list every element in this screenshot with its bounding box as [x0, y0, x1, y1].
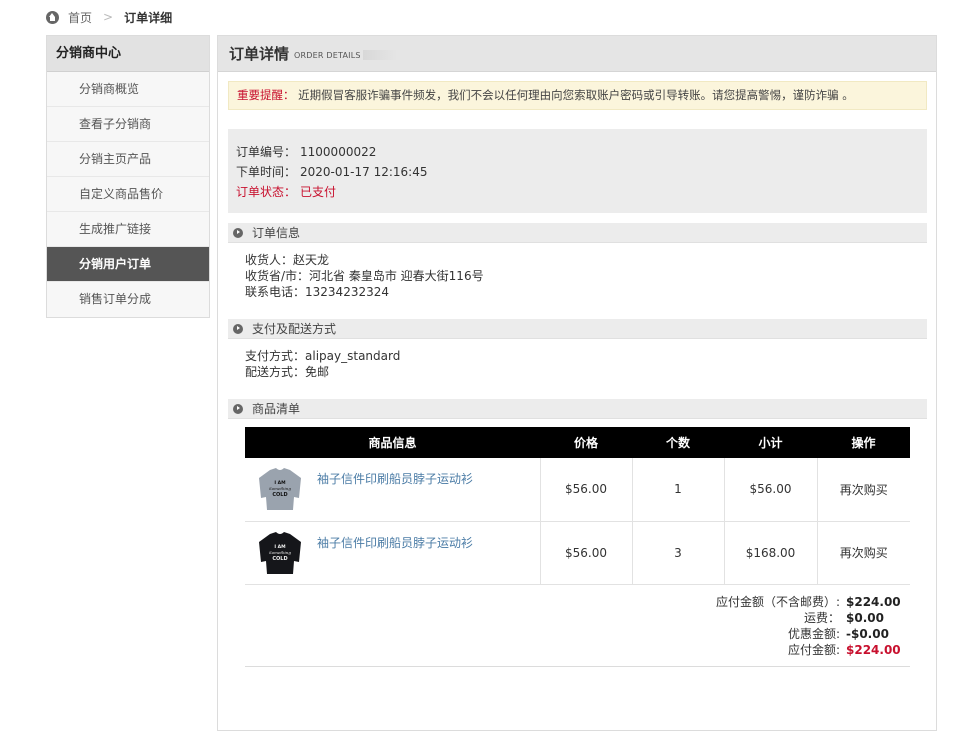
arrow-right-icon: [233, 227, 243, 238]
order-status-label: 订单状态：: [236, 185, 297, 199]
sweatshirt-thumbnail[interactable]: I AM Something COLD: [255, 528, 305, 578]
section-order-info: 订单信息: [228, 223, 927, 243]
sidebar-item-sub-distributors[interactable]: 查看子分销商: [47, 107, 209, 142]
sweatshirt-thumbnail[interactable]: I AM Something COLD: [255, 464, 305, 514]
order-number-row: 订单编号： 1100000022: [236, 142, 927, 162]
sidebar-title: 分销商中心: [47, 36, 209, 72]
section-product-list: 商品清单: [228, 399, 927, 419]
payment-method: alipay_standard: [305, 349, 401, 363]
order-time-row: 下单时间： 2020-01-17 12:16:45: [236, 162, 927, 182]
notice-text: 近期假冒客服诈骗事件频发，我们不会以任何理由向您索取账户密码或引导转账。请您提高…: [298, 88, 854, 102]
product-name-link[interactable]: 袖子信件印刷船员脖子运动衫: [317, 534, 473, 551]
discount-label: 优惠金额:: [787, 627, 840, 641]
section-payment-shipping: 支付及配送方式: [228, 319, 927, 339]
header-decoration: [362, 49, 397, 60]
consignee-region-label: 收货省/市：: [245, 269, 310, 283]
order-number: 1100000022: [300, 145, 377, 159]
column-header-product: 商品信息: [245, 427, 540, 458]
breadcrumb-current: 订单详细: [124, 10, 173, 25]
shipping-method: 免邮: [305, 365, 330, 379]
table-header-row: 商品信息 价格 个数 小计 操作: [245, 427, 910, 458]
sidebar-item-custom-price[interactable]: 自定义商品售价: [47, 177, 209, 212]
consignee-region-row: 收货省/市：河北省 秦皇岛市 迎春大街116号: [245, 268, 484, 284]
table-row: I AM Something COLD 袖子信件印刷船员脖子运动衫 $56.00…: [245, 521, 910, 585]
shipping-fee-label: 运费：: [803, 611, 840, 625]
discount-row: 优惠金额: -$0.00: [788, 626, 892, 642]
shipping-fee-value: $0.00: [846, 611, 884, 625]
arrow-right-icon: [233, 323, 243, 334]
sidebar-item-promo-link[interactable]: 生成推广链接: [47, 212, 209, 247]
page-title: 订单详情: [229, 45, 290, 63]
home-icon[interactable]: [46, 10, 59, 24]
breadcrumb: 首页 > 订单详细: [46, 9, 172, 25]
svg-text:Something: Something: [269, 550, 291, 555]
section-title: 商品清单: [252, 402, 301, 416]
order-totals: 应付金额（不含邮费）: $224.00 运费： $0.00 优惠金额: -$0.…: [245, 592, 910, 667]
notice-label: 重要提醒：: [237, 88, 295, 102]
discount-value: -$0.00: [846, 627, 889, 641]
column-header-subtotal: 小计: [724, 427, 817, 458]
product-cell: I AM Something COLD 袖子信件印刷船员脖子运动衫: [245, 458, 541, 522]
panel-header: 订单详情 ORDER DETAILS: [218, 36, 936, 72]
order-status: 已支付: [300, 185, 337, 199]
consignee-name-label: 收货人：: [245, 253, 294, 267]
breadcrumb-home-link[interactable]: 首页: [68, 9, 92, 26]
payable-value: $224.00: [846, 643, 901, 657]
payment-info: 支付方式：alipay_standard 配送方式：免邮: [245, 348, 400, 380]
order-number-label: 订单编号：: [236, 145, 297, 159]
order-summary: 订单编号： 1100000022 下单时间： 2020-01-17 12:16:45…: [228, 129, 927, 213]
page-subtitle: ORDER DETAILS: [294, 51, 361, 60]
section-title: 订单信息: [252, 226, 301, 240]
consignee-name: 赵天龙: [293, 253, 330, 267]
price-cell: $56.00: [540, 521, 633, 585]
column-header-quantity: 个数: [632, 427, 724, 458]
sidebar: 分销商中心 分销商概览 查看子分销商 分销主页产品 自定义商品售价 生成推广链接…: [46, 35, 210, 318]
order-time: 2020-01-17 12:16:45: [300, 165, 428, 179]
consignee-region: 河北省 秦皇岛市 迎春大街116号: [309, 269, 484, 283]
product-name-link[interactable]: 袖子信件印刷船员脖子运动衫: [317, 470, 473, 487]
shipping-method-label: 配送方式：: [245, 365, 306, 379]
payable-excl-value: $224.00: [846, 595, 901, 609]
consignee-phone-row: 联系电话：13234232324: [245, 284, 484, 300]
order-detail-panel: 订单详情 ORDER DETAILS 重要提醒： 近期假冒客服诈骗事件频发，我们…: [217, 35, 937, 731]
buy-again-button[interactable]: 再次购买: [817, 458, 910, 522]
section-title: 支付及配送方式: [252, 322, 337, 336]
product-table: 商品信息 价格 个数 小计 操作 I AM Something COLD 袖子信…: [245, 427, 910, 585]
order-status-row: 订单状态： 已支付: [236, 182, 927, 202]
consignee-phone: 13234232324: [305, 285, 389, 299]
subtotal-cell: $56.00: [724, 458, 818, 522]
column-header-price: 价格: [540, 427, 632, 458]
consignee-info: 收货人：赵天龙 收货省/市：河北省 秦皇岛市 迎春大街116号 联系电话：132…: [245, 252, 484, 300]
consignee-phone-label: 联系电话：: [245, 285, 306, 299]
price-cell: $56.00: [540, 458, 633, 522]
consignee-name-row: 收货人：赵天龙: [245, 252, 484, 268]
sidebar-item-commission[interactable]: 销售订单分成: [47, 282, 209, 317]
svg-text:COLD: COLD: [272, 492, 287, 498]
svg-text:Something: Something: [269, 486, 291, 491]
subtotal-cell: $168.00: [724, 521, 818, 585]
payment-method-row: 支付方式：alipay_standard: [245, 348, 400, 364]
payable-excl-label: 应付金额（不含邮费）:: [715, 595, 840, 609]
shipping-fee-row: 运费： $0.00: [804, 610, 892, 626]
arrow-right-icon: [233, 403, 243, 414]
sidebar-item-user-orders[interactable]: 分销用户订单: [47, 247, 209, 282]
quantity-cell: 1: [632, 458, 725, 522]
buy-again-button[interactable]: 再次购买: [817, 521, 910, 585]
payable-excl-row: 应付金额（不含邮费）: $224.00: [715, 594, 901, 610]
product-cell: I AM Something COLD 袖子信件印刷船员脖子运动衫: [245, 521, 541, 585]
security-notice: 重要提醒： 近期假冒客服诈骗事件频发，我们不会以任何理由向您索取账户密码或引导转…: [228, 81, 927, 110]
svg-text:COLD: COLD: [272, 556, 287, 562]
sidebar-item-home-products[interactable]: 分销主页产品: [47, 142, 209, 177]
payment-method-label: 支付方式：: [245, 349, 306, 363]
table-row: I AM Something COLD 袖子信件印刷船员脖子运动衫 $56.00…: [245, 458, 910, 522]
order-time-label: 下单时间：: [236, 165, 297, 179]
payable-row: 应付金额: $224.00: [787, 642, 901, 658]
breadcrumb-separator: >: [103, 10, 114, 24]
column-header-action: 操作: [817, 427, 910, 458]
sidebar-item-overview[interactable]: 分销商概览: [47, 72, 209, 107]
quantity-cell: 3: [632, 521, 725, 585]
shipping-method-row: 配送方式：免邮: [245, 364, 400, 380]
payable-label: 应付金额:: [787, 643, 840, 657]
